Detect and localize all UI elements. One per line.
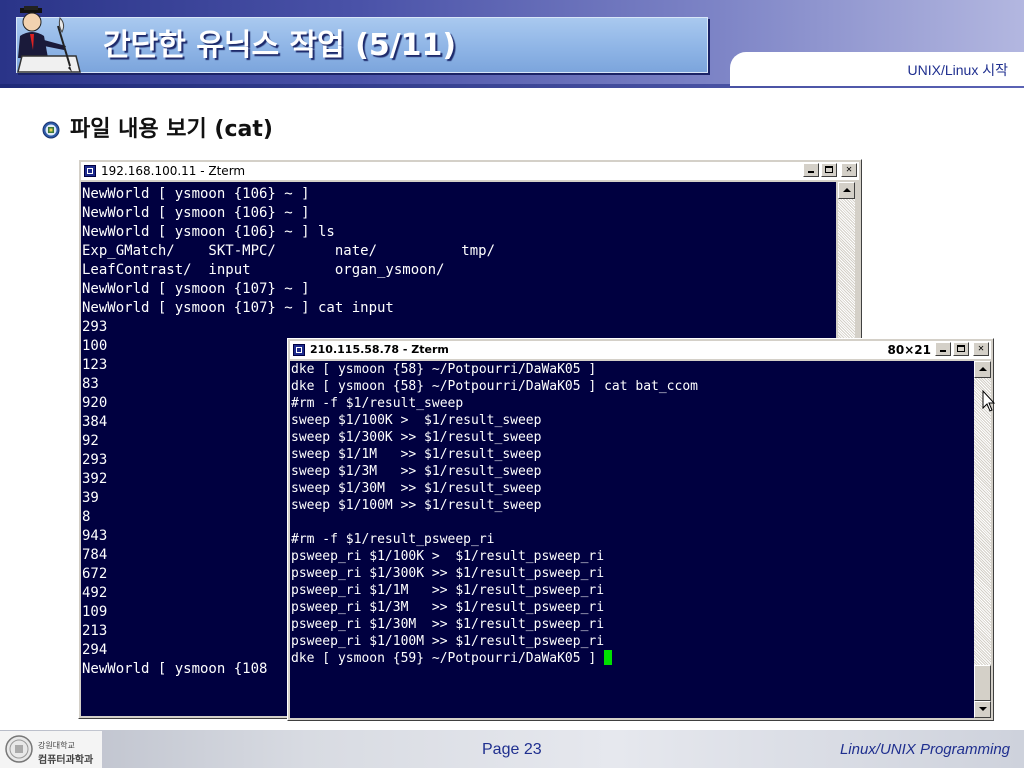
bullet-seal-icon — [42, 121, 60, 139]
terminal-line: psweep_ri $1/3M >> $1/result_psweep_ri — [291, 600, 605, 615]
terminal-line: NewWorld [ ysmoon {106} ~ ] ls — [82, 224, 335, 240]
scroll-up-button[interactable] — [838, 182, 855, 199]
close-button[interactable]: ✕ — [841, 163, 857, 177]
terminal-line: Exp_GMatch/ SKT-MPC/ nate/ tmp/ — [82, 243, 496, 259]
terminal-line: sweep $1/1M >> $1/result_sweep — [291, 447, 542, 462]
terminal-line: sweep $1/100M >> $1/result_sweep — [291, 498, 542, 513]
terminal-line: dke [ ysmoon {59} ~/Potpourri/DaWaK05 ] — [290, 650, 974, 667]
system-menu-icon[interactable] — [84, 165, 96, 177]
minimize-button[interactable] — [935, 342, 951, 356]
terminal-line: LeafContrast/ input organ_ysmoon/ — [82, 262, 445, 278]
terminal-line: NewWorld [ ysmoon {107} ~ ] — [82, 281, 310, 297]
footer-department-name: 컴퓨터과학과 — [38, 755, 94, 766]
terminal-line: psweep_ri $1/100K > $1/result_psweep_ri — [291, 549, 605, 564]
vertical-scrollbar[interactable] — [974, 361, 991, 718]
terminal-line: #rm -f $1/result_sweep — [291, 396, 464, 411]
terminal-size-indicator: 80×21 — [887, 343, 931, 357]
terminal-line: sweep $1/3M >> $1/result_sweep — [291, 464, 542, 479]
terminal-output[interactable]: dke [ ysmoon {58} ~/Potpourri/DaWaK05 ] d… — [290, 361, 974, 718]
terminal-line: sweep $1/30M >> $1/result_sweep — [291, 481, 542, 496]
window-title: 192.168.100.11 - Zterm — [101, 164, 246, 178]
maximize-button[interactable] — [953, 342, 969, 356]
course-title: Linux/UNIX Programming — [839, 741, 1010, 758]
scroll-thumb[interactable] — [974, 665, 991, 701]
terminal-line: psweep_ri $1/300K >> $1/result_psweep_ri — [291, 566, 605, 581]
window-titlebar[interactable]: 210.115.58.78 - Zterm 80×21 ✕ — [290, 341, 991, 359]
scroll-up-button[interactable] — [974, 361, 991, 378]
terminal-line: psweep_ri $1/30M >> $1/result_psweep_ri — [291, 617, 605, 632]
minimize-button[interactable] — [803, 163, 819, 177]
window-title: 210.115.58.78 - Zterm — [310, 343, 449, 356]
zterm-window-front[interactable]: 210.115.58.78 - Zterm 80×21 ✕ dke [ ysmo… — [287, 338, 994, 721]
terminal-line: psweep_ri $1/100M >> $1/result_psweep_ri — [291, 634, 605, 649]
terminal-line: NewWorld [ ysmoon {106} ~ ] — [82, 186, 310, 202]
terminal-line: sweep $1/100K > $1/result_sweep — [291, 413, 542, 428]
scroll-down-button[interactable] — [974, 701, 991, 718]
man-at-desk-icon — [17, 6, 81, 73]
terminal-line: sweep $1/300K >> $1/result_sweep — [291, 430, 542, 445]
maximize-button[interactable] — [821, 163, 837, 177]
terminal-cursor — [604, 650, 613, 665]
terminal-line: dke [ ysmoon {58} ~/Potpourri/DaWaK05 ] … — [291, 379, 698, 394]
page-number: Page 23 — [482, 741, 542, 758]
system-menu-icon[interactable] — [293, 344, 305, 356]
university-seal-icon — [5, 735, 33, 763]
page-title: 간단한 유닉스 작업 (5/11) — [103, 28, 457, 63]
terminal-line: NewWorld [ ysmoon {107} ~ ] cat input — [82, 300, 394, 316]
terminal-line: NewWorld [ ysmoon {106} ~ ] — [82, 205, 310, 221]
terminal-line: #rm -f $1/result_psweep_ri — [291, 532, 495, 547]
bullet-heading: 파일 내용 보기 (cat) — [70, 117, 273, 142]
terminal-line: 293 — [82, 319, 108, 335]
terminal-line: psweep_ri $1/1M >> $1/result_psweep_ri — [291, 583, 605, 598]
window-titlebar[interactable]: 192.168.100.11 - Zterm ✕ — [81, 162, 859, 180]
close-button[interactable]: ✕ — [973, 342, 989, 356]
mouse-pointer-icon — [982, 390, 996, 412]
section-tab-label: UNIX/Linux 시작 — [907, 62, 1008, 78]
footer-university-name: 강원대학교 — [38, 741, 75, 750]
terminal-line: dke [ ysmoon {58} ~/Potpourri/DaWaK05 ] — [291, 362, 597, 377]
